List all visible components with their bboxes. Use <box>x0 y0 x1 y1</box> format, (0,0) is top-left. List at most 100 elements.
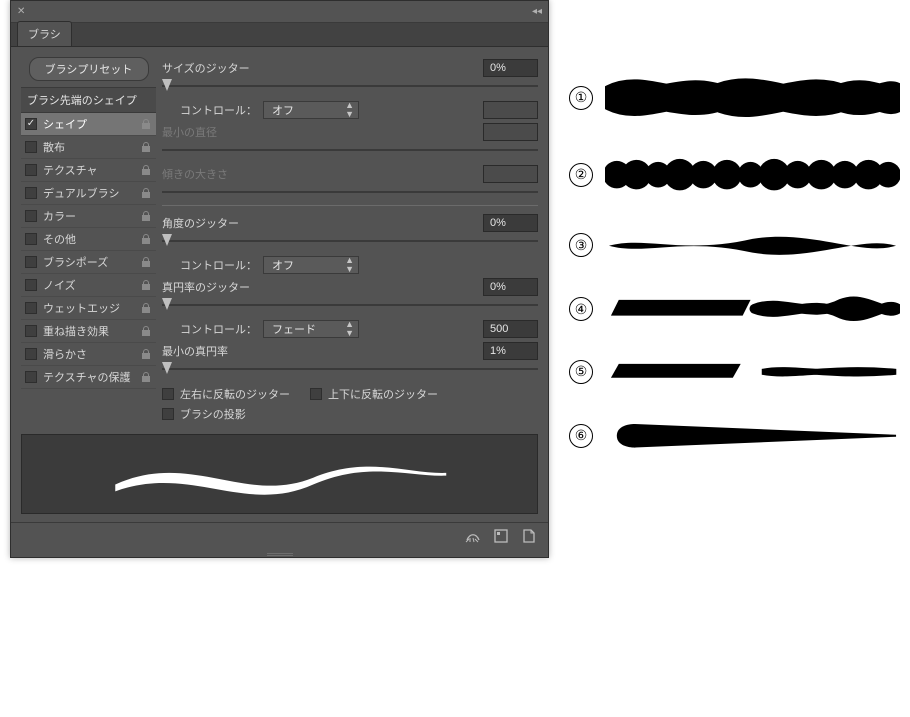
sidebar-item-label: ノイズ <box>43 277 76 293</box>
lock-icon[interactable] <box>140 164 152 176</box>
sidebar-item-9[interactable]: 重ね描き効果 <box>21 320 156 343</box>
min-roundness-slider[interactable] <box>162 362 538 376</box>
sidebar-item-label: 重ね描き効果 <box>43 323 109 339</box>
min-diameter-slider <box>162 143 538 157</box>
new-document-icon[interactable] <box>520 527 538 545</box>
sidebar-item-label: シェイプ <box>43 116 87 132</box>
brush-stroke-preview-icon <box>37 447 521 502</box>
stroke-sample-icon <box>605 233 900 259</box>
example-number: ② <box>569 163 593 187</box>
example-1: ① <box>569 78 900 117</box>
stroke-examples: ① ② ③ ④ <box>569 0 900 558</box>
panel-footer <box>11 522 548 551</box>
sidebar-item-4[interactable]: カラー <box>21 205 156 228</box>
panel-menu-icon[interactable]: ◂◂ <box>532 6 542 17</box>
sidebar-item-11[interactable]: テクスチャの保護 <box>21 366 156 389</box>
roundness-jitter-value[interactable]: 0% <box>483 278 538 296</box>
flip-x-jitter-checkbox[interactable]: 左右に反転のジッター <box>162 386 290 402</box>
sidebar-item-10[interactable]: 滑らかさ <box>21 343 156 366</box>
angle-control-dropdown[interactable]: オフ ▲▼ <box>263 256 359 274</box>
toggle-preview-icon[interactable] <box>464 527 482 545</box>
checkbox-icon[interactable] <box>25 279 37 291</box>
size-control-label: コントロール： <box>180 102 257 118</box>
size-jitter-label: サイズのジッター <box>162 60 250 76</box>
lock-icon[interactable] <box>140 187 152 199</box>
sidebar-item-3[interactable]: デュアルブラシ <box>21 182 156 205</box>
example-number: ⑤ <box>569 360 593 384</box>
checkbox-icon[interactable] <box>25 371 37 383</box>
lock-icon[interactable] <box>140 302 152 314</box>
angle-jitter-slider[interactable] <box>162 234 538 248</box>
example-number: ⑥ <box>569 424 593 448</box>
brush-presets-button[interactable]: ブラシプリセット <box>29 57 149 81</box>
sidebar-item-2[interactable]: テクスチャ <box>21 159 156 182</box>
size-jitter-slider[interactable] <box>162 79 538 93</box>
example-3: ③ <box>569 233 900 259</box>
checkbox-icon[interactable] <box>25 233 37 245</box>
brush-panel: ✕ ◂◂ ブラシ ブラシプリセット ブラシ先端のシェイプ シェイプ散布テクスチャ… <box>10 0 549 558</box>
brush-projection-checkbox[interactable]: ブラシの投影 <box>162 406 538 422</box>
checkbox-icon[interactable] <box>25 187 37 199</box>
lock-icon[interactable] <box>140 210 152 222</box>
size-control-value: オフ <box>272 102 294 118</box>
checkbox-icon[interactable] <box>25 210 37 222</box>
angle-jitter-label: 角度のジッター <box>162 215 239 231</box>
sidebar-item-label: 滑らかさ <box>43 346 87 362</box>
sidebar-item-label: その他 <box>43 231 76 247</box>
checkbox-icon[interactable] <box>25 164 37 176</box>
checkbox-icon[interactable] <box>25 325 37 337</box>
roundness-control-steps[interactable]: 500 <box>483 320 538 338</box>
roundness-control-dropdown[interactable]: フェード ▲▼ <box>263 320 359 338</box>
sidebar-item-label: カラー <box>43 208 76 224</box>
sidebar-item-6[interactable]: ブラシポーズ <box>21 251 156 274</box>
lock-icon[interactable] <box>140 141 152 153</box>
new-brush-icon[interactable] <box>492 527 510 545</box>
angle-control-label: コントロール： <box>180 257 257 273</box>
lock-icon[interactable] <box>140 233 152 245</box>
example-5: ⑤ <box>569 360 900 384</box>
stroke-sample-icon <box>605 78 900 117</box>
panel-titlebar: ✕ ◂◂ <box>11 1 548 23</box>
lock-icon[interactable] <box>140 348 152 360</box>
min-roundness-value[interactable]: 1% <box>483 342 538 360</box>
brush-preview <box>21 434 538 514</box>
checkbox-icon[interactable] <box>25 141 37 153</box>
angle-control-value: オフ <box>272 257 294 273</box>
lock-icon[interactable] <box>140 325 152 337</box>
brush-tip-shape-header[interactable]: ブラシ先端のシェイプ <box>21 87 156 113</box>
sidebar-item-8[interactable]: ウェットエッジ <box>21 297 156 320</box>
min-diameter-value <box>483 123 538 141</box>
sidebar-item-label: ブラシポーズ <box>43 254 108 270</box>
panel-resize-grip[interactable] <box>11 551 548 557</box>
sidebar-item-7[interactable]: ノイズ <box>21 274 156 297</box>
example-number: ④ <box>569 297 593 321</box>
sidebar-item-0[interactable]: シェイプ <box>21 113 156 136</box>
checkbox-icon[interactable] <box>25 302 37 314</box>
tab-brush[interactable]: ブラシ <box>17 21 72 46</box>
angle-jitter-value[interactable]: 0% <box>483 214 538 232</box>
size-jitter-value[interactable]: 0% <box>483 59 538 77</box>
roundness-jitter-slider[interactable] <box>162 298 538 312</box>
close-icon[interactable]: ✕ <box>17 6 25 17</box>
sidebar-item-5[interactable]: その他 <box>21 228 156 251</box>
lock-icon[interactable] <box>140 279 152 291</box>
sidebar-item-label: テクスチャの保護 <box>43 369 131 385</box>
chevron-updown-icon: ▲▼ <box>339 256 354 274</box>
flip-y-jitter-checkbox[interactable]: 上下に反転のジッター <box>310 386 438 402</box>
size-control-dropdown[interactable]: オフ ▲▼ <box>263 101 359 119</box>
checkbox-icon[interactable] <box>25 348 37 360</box>
checkbox-icon[interactable] <box>25 256 37 268</box>
lock-icon[interactable] <box>140 118 152 130</box>
lock-icon[interactable] <box>140 256 152 268</box>
min-roundness-label: 最小の真円率 <box>162 343 228 359</box>
checkbox-icon <box>162 388 174 400</box>
sidebar-item-1[interactable]: 散布 <box>21 136 156 159</box>
stroke-sample-icon <box>605 155 900 194</box>
checkbox-icon[interactable] <box>25 118 37 130</box>
min-diameter-label: 最小の直径 <box>162 124 217 140</box>
stroke-sample-icon <box>605 422 900 450</box>
panel-tabbar: ブラシ <box>11 23 548 47</box>
lock-icon[interactable] <box>140 371 152 383</box>
example-number: ③ <box>569 233 593 257</box>
roundness-jitter-label: 真円率のジッター <box>162 279 250 295</box>
